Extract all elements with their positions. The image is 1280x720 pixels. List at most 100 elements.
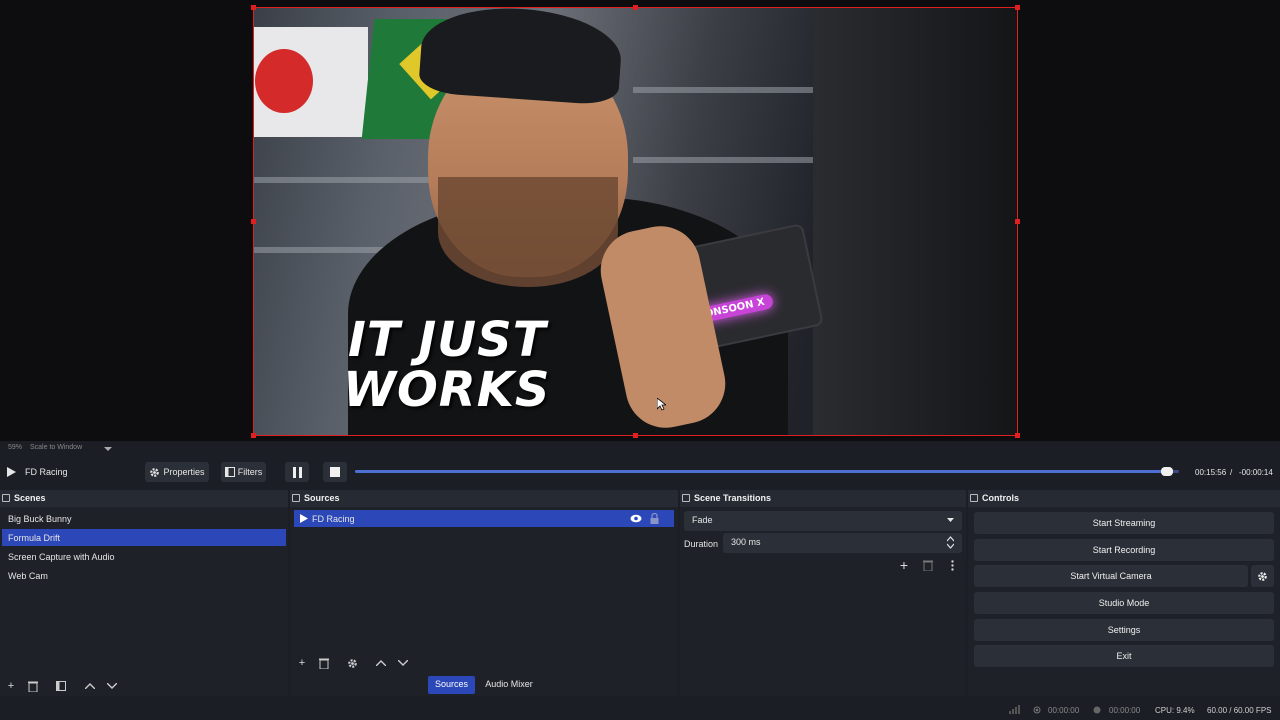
chevron-up-icon[interactable] — [374, 656, 388, 670]
sources-dock-title: Sources — [290, 490, 678, 507]
settings-button[interactable]: Settings — [974, 619, 1274, 641]
duration-value: 300 ms — [731, 537, 761, 547]
trash-icon[interactable] — [921, 558, 935, 572]
stop-button[interactable] — [323, 462, 347, 482]
shelf-image — [633, 157, 833, 163]
stream-time: 00:00:00 — [1048, 706, 1080, 715]
chevron-down-icon[interactable] — [105, 679, 119, 693]
mouse-cursor-icon — [657, 398, 666, 411]
studio-mode-button[interactable]: Studio Mode — [974, 592, 1274, 614]
scene-filters-icon[interactable] — [54, 679, 68, 693]
resize-handle[interactable] — [251, 219, 256, 224]
overlay-text-line1: IT JUST — [348, 312, 547, 368]
spin-arrows-icon[interactable] — [947, 536, 954, 549]
stream-status-icon — [1033, 706, 1041, 714]
person-cap-image — [418, 7, 624, 106]
controls-title-label: Controls — [982, 493, 1019, 503]
shelf-image — [633, 87, 833, 93]
scenes-dock: Scenes Big Buck Bunny Formula Drift Scre… — [0, 490, 288, 696]
controls-dock-title: Controls — [968, 490, 1280, 507]
sources-title-label: Sources — [304, 493, 340, 503]
trash-icon[interactable] — [317, 656, 331, 670]
seek-bar-fill — [355, 470, 1167, 473]
dock-icon — [2, 494, 10, 502]
scene-item[interactable]: Screen Capture with Audio — [2, 548, 286, 565]
trash-icon[interactable] — [26, 679, 40, 693]
japan-flag-image — [253, 27, 368, 137]
program-preview[interactable]: MONSOON X IT JUST WORKS — [0, 0, 1280, 441]
resize-handle[interactable] — [251, 433, 256, 438]
shelf-image — [253, 177, 453, 183]
play-icon[interactable] — [7, 467, 16, 477]
stop-icon — [330, 467, 340, 477]
overlay-text-line2: WORKS — [343, 362, 551, 418]
scene-transitions-dock: Scene Transitions Fade Duration 300 ms + — [680, 490, 966, 696]
media-seek-bar[interactable] — [355, 467, 1179, 476]
resize-handle[interactable] — [633, 5, 638, 10]
properties-label: Properties — [163, 467, 205, 477]
more-vertical-icon[interactable] — [945, 558, 959, 572]
record-status-icon — [1093, 706, 1101, 714]
add-scene-icon[interactable]: + — [4, 679, 18, 693]
gear-icon — [150, 467, 160, 477]
resize-handle[interactable] — [1015, 219, 1020, 224]
add-transition-icon[interactable]: + — [897, 557, 911, 573]
start-virtual-camera-button[interactable]: Start Virtual Camera — [974, 565, 1248, 587]
eye-icon[interactable] — [630, 514, 642, 523]
media-video-frame: MONSOON X IT JUST WORKS — [253, 7, 1018, 436]
chevron-up-icon[interactable] — [83, 679, 97, 693]
dock-icon — [682, 494, 690, 502]
scene-item[interactable]: Formula Drift — [2, 529, 286, 546]
pause-button[interactable] — [285, 462, 309, 482]
time-separator: / — [1230, 468, 1233, 477]
properties-button[interactable]: Properties — [145, 462, 209, 482]
car-door-image — [813, 7, 1018, 436]
transition-selected-label: Fade — [692, 515, 713, 525]
seek-bar-handle[interactable] — [1160, 467, 1173, 476]
duration-spinbox[interactable]: 300 ms — [723, 533, 962, 553]
filters-button[interactable]: Filters — [221, 462, 266, 482]
gear-icon[interactable] — [345, 656, 359, 670]
person-beard-image — [438, 177, 618, 287]
resize-handle[interactable] — [1015, 5, 1020, 10]
virtual-camera-config-button[interactable] — [1251, 565, 1274, 587]
media-controls-bar: FD Racing Properties Filters 00:15:56 / … — [0, 458, 1280, 486]
chevron-down-icon[interactable] — [104, 446, 112, 453]
chevron-down-icon[interactable] — [396, 656, 410, 670]
scenes-title-label: Scenes — [14, 493, 46, 503]
start-streaming-button[interactable]: Start Streaming — [974, 512, 1274, 534]
zoom-mode-select[interactable]: Scale to Window — [30, 444, 82, 451]
scene-item[interactable]: Web Cam — [2, 567, 286, 584]
source-item[interactable]: FD Racing — [294, 510, 674, 527]
scene-item[interactable]: Big Buck Bunny — [2, 510, 286, 527]
lock-icon[interactable] — [650, 513, 659, 524]
transition-select[interactable]: Fade — [684, 511, 962, 531]
gear-icon — [1258, 571, 1267, 581]
scenes-dock-title: Scenes — [0, 490, 288, 507]
add-source-icon[interactable]: + — [295, 656, 309, 670]
media-source-name: FD Racing — [25, 467, 68, 477]
status-bar: 00:00:00 00:00:00 CPU: 9.4% 60.00 / 60.0… — [0, 700, 1280, 720]
chevron-down-icon — [947, 518, 954, 522]
record-time: 00:00:00 — [1109, 706, 1141, 715]
start-recording-button[interactable]: Start Recording — [974, 539, 1274, 561]
filters-label: Filters — [237, 467, 263, 477]
sources-dock: Sources FD Racing + — [290, 490, 678, 696]
signal-bars-icon — [1009, 705, 1020, 714]
tab-audio-mixer[interactable]: Audio Mixer — [480, 676, 538, 694]
pause-icon — [292, 466, 302, 478]
source-item-label: FD Racing — [312, 514, 355, 524]
preview-zoom-bar: 59% Scale to Window — [0, 441, 1280, 455]
resize-handle[interactable] — [1015, 433, 1020, 438]
resize-handle[interactable] — [251, 5, 256, 10]
dock-icon — [970, 494, 978, 502]
resize-handle[interactable] — [633, 433, 638, 438]
media-source-icon — [300, 514, 308, 523]
tab-sources[interactable]: Sources — [428, 676, 475, 694]
cpu-usage: CPU: 9.4% — [1155, 706, 1195, 715]
dock-icon — [292, 494, 300, 502]
zoom-percent: 59% — [8, 444, 23, 451]
duration-label: Duration — [684, 539, 719, 549]
transitions-title-label: Scene Transitions — [694, 493, 772, 503]
exit-button[interactable]: Exit — [974, 645, 1274, 667]
